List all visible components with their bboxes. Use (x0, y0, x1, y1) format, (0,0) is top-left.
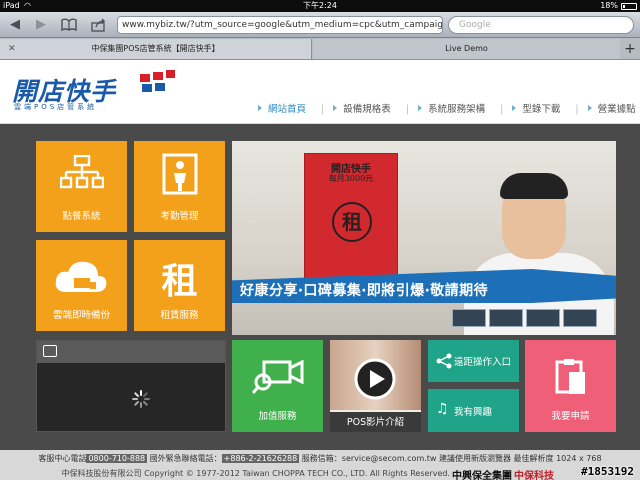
cloud-folder-icon (55, 261, 107, 292)
tile-label: 我有興趣 (454, 407, 493, 418)
back-icon[interactable]: ◀ (6, 16, 24, 34)
share-nodes-icon (436, 353, 452, 369)
poster-rent-char: 租 (332, 202, 372, 242)
intl-phone[interactable]: +886-2-21626288 (221, 454, 300, 463)
tile-remote-access[interactable]: 遠距操作入口 (428, 340, 519, 382)
banner-thumbnails (452, 309, 600, 329)
close-tab-icon[interactable]: ✕ (8, 39, 16, 59)
new-tab-button[interactable]: + (620, 39, 640, 59)
site-header: 開店快手 雲端POS店管系統 網站首頁 | 設備規格表 | 系統服務架構 | 型… (0, 60, 640, 124)
hero-person-hair (500, 173, 568, 199)
banner-text: 好康分享‧口碑募集‧即將引爆‧敬請期待 (240, 283, 489, 299)
tile-interested[interactable]: ♫ 我有興趣 (428, 389, 519, 432)
forward-icon[interactable]: ▶ (32, 16, 50, 34)
tile-label: 加值服務 (258, 411, 297, 422)
watermark: #1853192 (581, 465, 634, 478)
ios-status-bar: iPad ◠ 下午2:24 18% (0, 0, 640, 12)
service-phone[interactable]: 0800-710-888 (86, 454, 148, 463)
copyright: 中保科技股份有限公司 Copyright © 1977-2012 Taiwan … (61, 469, 450, 478)
tab-label: Live Demo (445, 44, 488, 53)
video-camera-icon (252, 359, 304, 394)
corp-logo-a: 中興保全集團 (452, 471, 512, 480)
bookmarks-icon[interactable] (60, 16, 78, 34)
tile-attendance[interactable]: 考勤管理 (134, 141, 225, 232)
logo-subtitle: 雲端POS店管系統 (14, 103, 98, 111)
search-field[interactable]: Google (448, 16, 634, 34)
loading-spinner-icon (132, 390, 150, 408)
org-chart-icon (60, 155, 104, 189)
battery-icon (621, 3, 637, 10)
nav-locations[interactable]: 營業據點 (587, 103, 636, 117)
tile-cloud-backup[interactable]: 雲端即時備份 (36, 240, 127, 331)
tile-rental[interactable]: 租 租賃服務 (134, 240, 225, 331)
tile-label: 點餐系統 (62, 211, 101, 222)
tab-label: 中保集團POS店管系統【開店快手】 (91, 44, 220, 53)
main-content: 點餐系統 考勤管理 雲端即時備份 租 租賃服務 開店快手 每月3000元 租 好… (0, 124, 640, 450)
tile-value-added[interactable]: 加值服務 (232, 340, 323, 432)
tile-pos-video[interactable]: POS影片介紹 (330, 340, 421, 432)
rent-char-icon: 租 (161, 260, 198, 302)
battery-percent: 18% (600, 1, 618, 10)
main-nav: 網站首頁 | 設備規格表 | 系統服務架構 | 型錄下載 | 營業據點 (258, 103, 640, 117)
music-note-icon: ♫ (436, 401, 449, 417)
tab-pos-system[interactable]: ✕ 中保集團POS店管系統【開店快手】 (0, 39, 312, 59)
hero-banner[interactable]: 開店快手 每月3000元 租 好康分享‧口碑募集‧即將引爆‧敬請期待 (232, 141, 616, 335)
nav-architecture[interactable]: 系統服務架構 (418, 103, 485, 117)
nav-home[interactable]: 網站首頁 (258, 103, 306, 117)
browser-toolbar: ◀ ▶ www.mybiz.tw/?utm_source=google&utm_… (0, 12, 640, 38)
chat-icon[interactable] (43, 345, 57, 357)
door-person-icon (162, 153, 198, 195)
tab-bar: ✕ 中保集團POS店管系統【開店快手】 Live Demo + (0, 38, 640, 60)
tile-label: POS影片介紹 (346, 417, 405, 428)
tile-label: 考勤管理 (160, 211, 199, 222)
nav-specs[interactable]: 設備規格表 (333, 103, 391, 117)
tile-pos-ordering[interactable]: 點餐系統 (36, 141, 127, 232)
tab-live-demo[interactable]: Live Demo (313, 39, 620, 59)
tile-apply[interactable]: 我要申請 (525, 340, 616, 432)
corp-logo-b: 中保科技 (514, 471, 554, 480)
tile-label: 我要申請 (551, 411, 590, 422)
site-logo[interactable]: 開店快手 雲端POS店管系統 (12, 70, 182, 114)
poster-price: 每月3000元 (328, 174, 374, 183)
video-player[interactable] (36, 340, 226, 432)
play-icon[interactable] (354, 358, 396, 400)
nav-catalog[interactable]: 型錄下載 (512, 103, 560, 117)
clipboard-icon (555, 359, 585, 394)
tile-label: 雲端即時備份 (52, 310, 110, 321)
tile-label: 租賃服務 (160, 310, 199, 321)
tile-label: 遠距操作入口 (454, 357, 512, 368)
url-field[interactable]: www.mybiz.tw/?utm_source=google&utm_medi… (117, 16, 443, 34)
share-icon[interactable] (90, 16, 108, 34)
status-time: 下午2:24 (303, 1, 337, 10)
